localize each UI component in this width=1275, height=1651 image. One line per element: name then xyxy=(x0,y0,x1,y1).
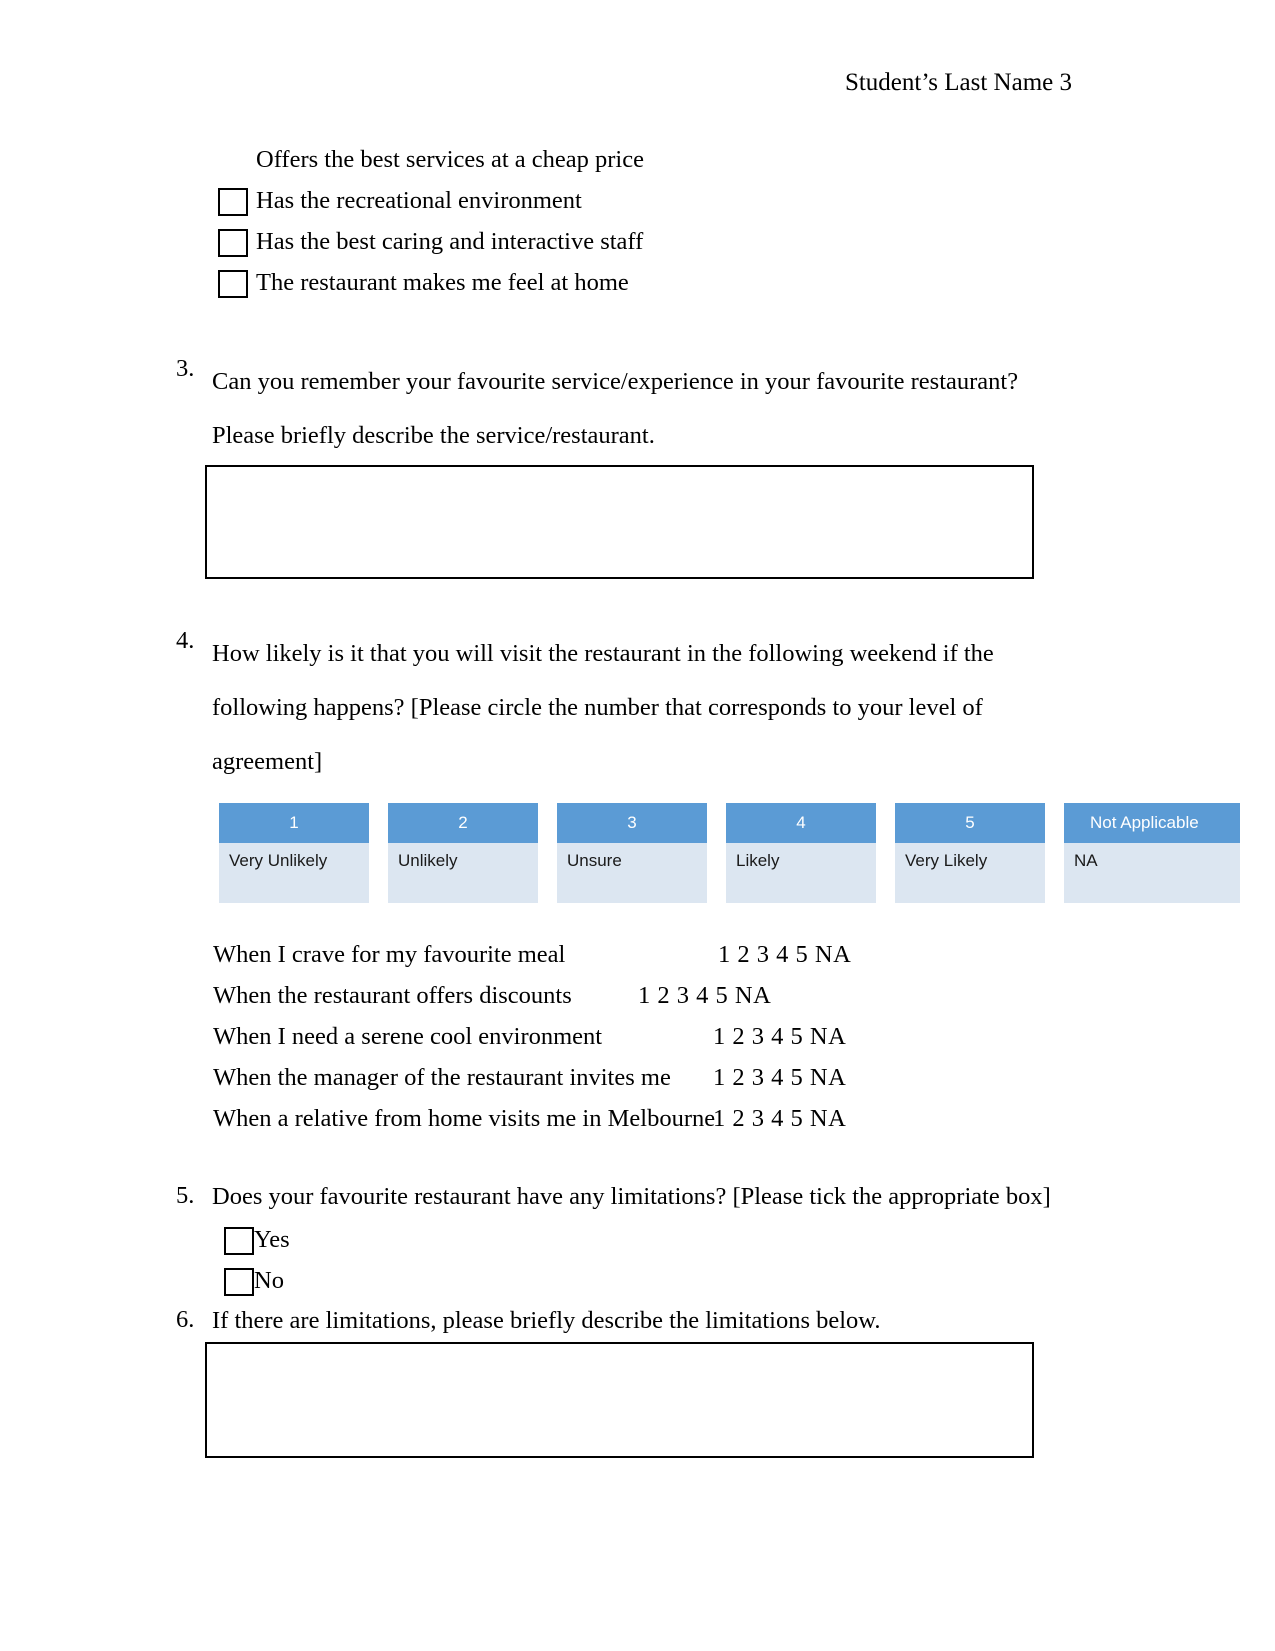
page-running-header: Student’s Last Name 3 xyxy=(844,69,1072,96)
table-row: When a relative from home visits me in M… xyxy=(213,1098,1093,1139)
list-item[interactable]: The restaurant makes me feel at home xyxy=(218,263,1038,304)
legend-value: 3 xyxy=(557,803,707,843)
table-row: When the restaurant offers discounts 1 2… xyxy=(213,975,1093,1016)
legend-label: Very Likely xyxy=(895,843,1045,903)
answer-textbox-q3[interactable] xyxy=(205,465,1034,579)
checkbox-caring-staff[interactable] xyxy=(218,228,248,257)
legend-column-3: 3 Unsure xyxy=(557,803,707,903)
likert-statement: When the restaurant offers discounts xyxy=(213,982,572,1009)
table-row: When I need a serene cool environment 1 … xyxy=(213,1016,1093,1057)
legend-label: Unlikely xyxy=(388,843,538,903)
question-5: 5. Does your favourite restaurant have a… xyxy=(176,1182,1076,1212)
legend-value: 5 xyxy=(895,803,1045,843)
option-label: Offers the best services at a cheap pric… xyxy=(256,146,644,174)
likert-statement: When a relative from home visits me in M… xyxy=(213,1105,716,1132)
list-item[interactable]: Has the best caring and interactive staf… xyxy=(218,222,1038,263)
likert-legend-table: 1 Very Unlikely 2 Unlikely 3 Unsure 4 Li… xyxy=(219,803,1240,903)
legend-column-4: 4 Likely xyxy=(726,803,876,903)
table-row: When the manager of the restaurant invit… xyxy=(213,1057,1093,1098)
legend-label: Very Unlikely xyxy=(219,843,369,903)
legend-column-1: 1 Very Unlikely xyxy=(219,803,369,903)
legend-label: Likely xyxy=(726,843,876,903)
question-text: Does your favourite restaurant have any … xyxy=(212,1183,1051,1210)
legend-column-na: Not Applicable NA xyxy=(1064,803,1240,903)
question-number: 6. xyxy=(176,1306,195,1333)
question-text: How likely is it that you will visit the… xyxy=(212,640,994,775)
likert-statement: When I need a serene cool environment xyxy=(213,1023,603,1050)
list-item[interactable]: No xyxy=(224,1261,290,1302)
likert-scale-options[interactable]: 1 2 3 4 5 NA xyxy=(713,1016,846,1057)
likert-statement: When I crave for my favourite meal xyxy=(213,941,566,968)
likert-scale-options[interactable]: 1 2 3 4 5 NA xyxy=(638,975,771,1016)
legend-label: Unsure xyxy=(557,843,707,903)
legend-label: NA xyxy=(1064,843,1240,903)
option-label: Has the best caring and interactive staf… xyxy=(256,228,644,256)
likert-scale-options[interactable]: 1 2 3 4 5 NA xyxy=(713,1057,846,1098)
option-label: No xyxy=(254,1267,284,1295)
legend-value: 2 xyxy=(388,803,538,843)
answer-textbox-q6[interactable] xyxy=(205,1342,1034,1458)
likert-statement: When the manager of the restaurant invit… xyxy=(213,1064,671,1091)
checkbox-placeholder xyxy=(218,147,248,175)
legend-value: 4 xyxy=(726,803,876,843)
list-item[interactable]: Yes xyxy=(224,1220,290,1261)
question-number: 3. xyxy=(176,355,195,382)
question-text: Can you remember your favourite service/… xyxy=(212,368,1019,449)
list-item: Offers the best services at a cheap pric… xyxy=(218,140,1038,181)
question-4: 4. How likely is it that you will visit … xyxy=(176,627,1006,789)
document-page: Student’s Last Name 3 Offers the best se… xyxy=(0,0,1275,1651)
legend-value: 1 xyxy=(219,803,369,843)
checkbox-recreational-environment[interactable] xyxy=(218,187,248,216)
legend-column-2: 2 Unlikely xyxy=(388,803,538,903)
likert-scale-options[interactable]: 1 2 3 4 5 NA xyxy=(718,934,851,975)
question-number: 5. xyxy=(176,1182,195,1209)
question-6: 6. If there are limitations, please brie… xyxy=(176,1306,1076,1336)
question-number: 4. xyxy=(176,627,195,654)
yes-no-option-group: Yes No xyxy=(224,1220,290,1302)
checkbox-feel-at-home[interactable] xyxy=(218,269,248,298)
list-item[interactable]: Has the recreational environment xyxy=(218,181,1038,222)
likert-statement-rows: When I crave for my favourite meal 1 2 3… xyxy=(213,934,1093,1139)
question-3: 3. Can you remember your favourite servi… xyxy=(176,355,1076,463)
checkbox-no[interactable] xyxy=(224,1267,254,1296)
legend-column-5: 5 Very Likely xyxy=(895,803,1045,903)
legend-value: Not Applicable xyxy=(1064,803,1240,843)
option-label: The restaurant makes me feel at home xyxy=(256,269,629,297)
option-label: Has the recreational environment xyxy=(256,187,582,215)
checkbox-yes[interactable] xyxy=(224,1226,254,1255)
top-option-list: Offers the best services at a cheap pric… xyxy=(218,140,1038,304)
table-row: When I crave for my favourite meal 1 2 3… xyxy=(213,934,1093,975)
question-text: If there are limitations, please briefly… xyxy=(212,1307,881,1334)
likert-scale-options[interactable]: 1 2 3 4 5 NA xyxy=(713,1098,846,1139)
option-label: Yes xyxy=(254,1226,290,1254)
